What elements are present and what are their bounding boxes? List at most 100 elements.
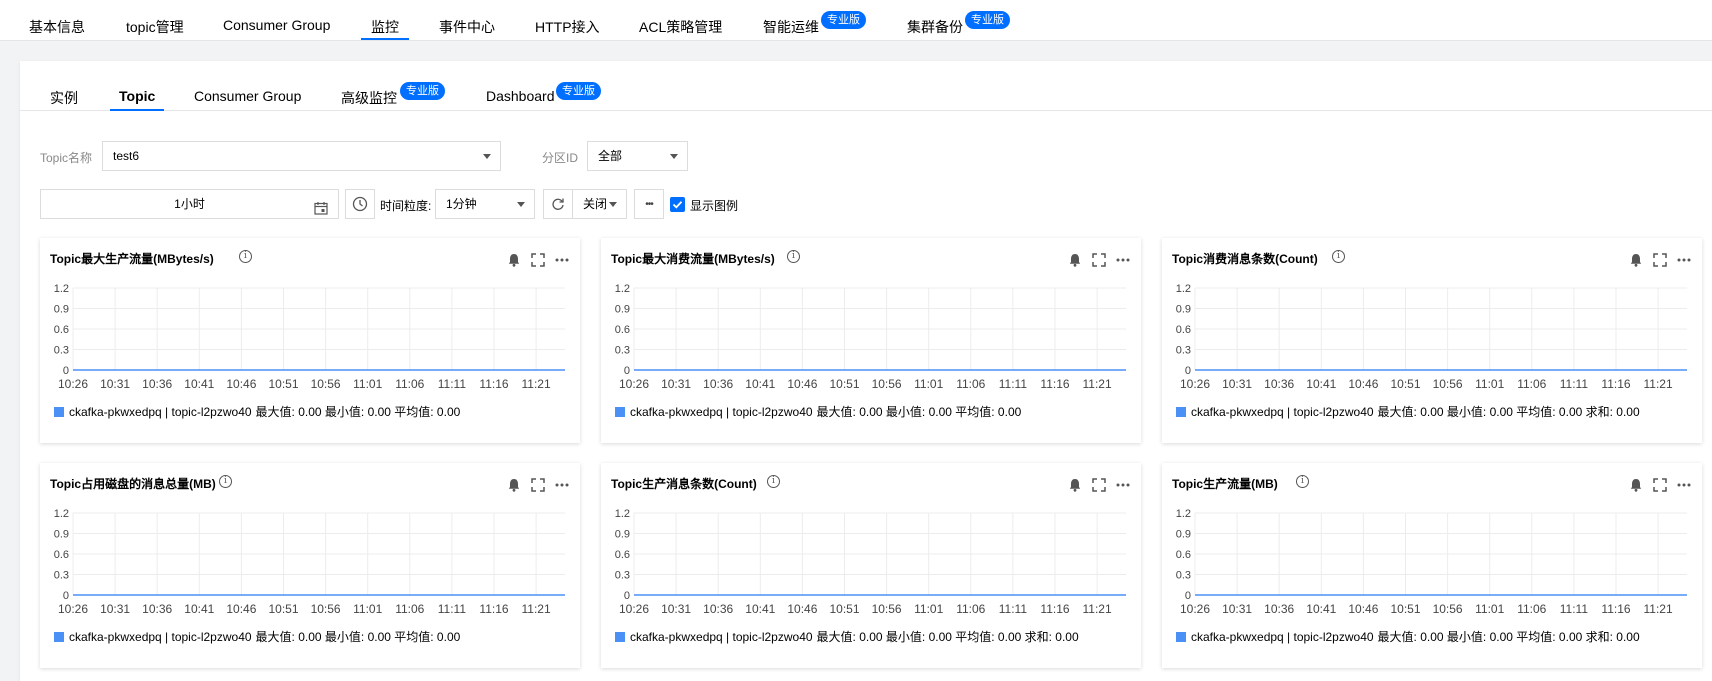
x-tick-label: 11:01 [1475, 377, 1504, 391]
fullscreen-icon[interactable] [1091, 477, 1107, 493]
x-tick-label: 10:56 [872, 377, 902, 391]
info-icon[interactable]: i [239, 250, 252, 263]
nav-tab-http-access[interactable]: HTTP接入 [535, 17, 600, 37]
x-tick-label: 11:11 [999, 377, 1028, 391]
checkmark-icon [672, 201, 683, 209]
line-chart: 1.2 0.9 0.6 0.3 010:26 10:31 10:36 10:41 10:46 10… [1176, 508, 1687, 616]
auto-refresh-select[interactable]: 关闭 [572, 189, 627, 219]
chart-legend[interactable]: ckafka-pkwxedpq | topic-l2pzwo40 最大值: 0.0… [1176, 403, 1640, 420]
x-tick-label: 11:01 [353, 602, 382, 616]
y-tick-label: 0.9 [54, 304, 69, 316]
nav-tab-cluster-backup[interactable]: 集群备份 [907, 17, 963, 37]
x-tick-label: 11:11 [1560, 377, 1589, 391]
x-tick-label: 10:31 [1222, 377, 1252, 391]
chart-title: Topic最大消费流量(MBytes/s) [611, 252, 775, 266]
topic-name-select[interactable]: test6 [102, 141, 501, 171]
y-tick-label: 0 [1185, 590, 1191, 602]
refresh-button[interactable] [543, 189, 573, 219]
x-tick-label: 10:31 [100, 602, 130, 616]
fullscreen-icon[interactable] [530, 477, 546, 493]
x-tick-label: 11:11 [438, 602, 467, 616]
x-tick-label: 10:26 [619, 377, 649, 391]
partition-id-select[interactable]: 全部 [587, 141, 688, 171]
more-icon[interactable] [554, 477, 570, 493]
y-tick-label: 0.3 [54, 345, 69, 357]
show-legend-checkbox[interactable] [670, 197, 685, 212]
chart-legend[interactable]: ckafka-pkwxedpq | topic-l2pzwo40 最大值: 0.0… [54, 628, 460, 645]
time-range-picker[interactable]: 1小时 [40, 189, 339, 219]
nav-tab-smart-ops[interactable]: 智能运维 [763, 17, 819, 37]
y-tick-label: 0.3 [615, 570, 630, 582]
fullscreen-icon[interactable] [1652, 252, 1668, 268]
x-tick-label: 11:06 [1517, 602, 1546, 616]
top-nav: 基本信息 topic管理 Consumer Group 监控 事件中心 HTTP… [0, 0, 1712, 41]
y-tick-label: 1.2 [1176, 508, 1191, 520]
legend-swatch [54, 631, 64, 642]
subtab-topic[interactable]: Topic [119, 88, 155, 104]
chart-legend[interactable]: ckafka-pkwxedpq | topic-l2pzwo40 最大值: 0.0… [1176, 628, 1640, 645]
y-tick-label: 1.2 [615, 508, 630, 520]
info-icon[interactable]: i [1296, 475, 1309, 488]
chart-card: Topic最大消费流量(MBytes/s) i 1.2 0.9 0.6 0.3 0 10:26… [601, 238, 1141, 443]
subtab-dashboard[interactable]: Dashboard [486, 88, 555, 104]
info-icon[interactable]: i [767, 475, 780, 488]
x-tick-label: 10:36 [1264, 377, 1294, 391]
x-tick-label: 11:01 [1475, 602, 1504, 616]
nav-tab-monitoring[interactable]: 监控 [371, 17, 399, 37]
x-tick-label: 11:11 [438, 377, 467, 391]
x-tick-label: 11:16 [479, 377, 508, 391]
info-icon[interactable]: i [219, 475, 232, 488]
subtab-instance[interactable]: 实例 [50, 88, 78, 108]
granularity-select[interactable]: 1分钟 [435, 189, 535, 219]
bell-icon[interactable] [506, 252, 522, 268]
y-tick-label: 0.3 [615, 345, 630, 357]
clock-button[interactable] [345, 189, 375, 219]
x-tick-label: 10:46 [1348, 377, 1378, 391]
fullscreen-icon[interactable] [1091, 252, 1107, 268]
chart-tools [1628, 477, 1692, 493]
more-icon[interactable] [1676, 477, 1692, 493]
more-icon[interactable] [1115, 477, 1131, 493]
info-icon[interactable]: i [1332, 250, 1345, 263]
x-tick-label: 10:46 [787, 377, 817, 391]
subtab-consumer-group[interactable]: Consumer Group [194, 88, 301, 104]
nav-tab-basic-info[interactable]: 基本信息 [29, 17, 85, 37]
chart-legend[interactable]: ckafka-pkwxedpq | topic-l2pzwo40 最大值: 0.0… [615, 403, 1021, 420]
more-icon[interactable] [1115, 252, 1131, 268]
x-tick-label: 10:41 [184, 602, 214, 616]
more-options-button[interactable]: ••• [634, 189, 664, 219]
y-tick-label: 0 [63, 365, 69, 377]
bell-icon[interactable] [1067, 252, 1083, 268]
bell-icon[interactable] [506, 477, 522, 493]
x-tick-label: 11:01 [353, 377, 382, 391]
bell-icon[interactable] [1628, 477, 1644, 493]
nav-tab-topic-management[interactable]: topic管理 [126, 17, 184, 37]
y-tick-label: 1.2 [615, 283, 630, 295]
clock-icon [352, 196, 368, 212]
x-tick-label: 10:31 [100, 377, 130, 391]
nav-tab-event-center[interactable]: 事件中心 [439, 17, 495, 37]
x-tick-label: 10:51 [1390, 602, 1420, 616]
x-tick-label: 11:16 [1040, 377, 1069, 391]
y-tick-label: 0.6 [1176, 549, 1191, 561]
legend-swatch [1176, 406, 1186, 417]
chart-card: Topic消费消息条数(Count) i 1.2 0.9 0.6 0.3 0 10:26 10:… [1162, 238, 1702, 443]
bell-icon[interactable] [1628, 252, 1644, 268]
nav-tab-acl-policy[interactable]: ACL策略管理 [639, 17, 722, 37]
x-tick-label: 11:16 [1040, 602, 1069, 616]
fullscreen-icon[interactable] [1652, 477, 1668, 493]
more-icon[interactable] [554, 252, 570, 268]
fullscreen-icon[interactable] [530, 252, 546, 268]
x-tick-label: 10:51 [829, 602, 859, 616]
y-tick-label: 0 [624, 365, 630, 377]
nav-tab-consumer-group[interactable]: Consumer Group [223, 17, 330, 33]
info-icon[interactable]: i [787, 250, 800, 263]
more-icon[interactable] [1676, 252, 1692, 268]
time-range-value: 1小时 [174, 197, 205, 211]
chart-legend[interactable]: ckafka-pkwxedpq | topic-l2pzwo40 最大值: 0.0… [615, 628, 1079, 645]
bell-icon[interactable] [1067, 477, 1083, 493]
legend-series-name: ckafka-pkwxedpq | topic-l2pzwo40 [69, 404, 252, 419]
chart-legend[interactable]: ckafka-pkwxedpq | topic-l2pzwo40 最大值: 0.0… [54, 403, 460, 420]
x-tick-label: 11:21 [522, 602, 551, 616]
subtab-advanced-monitoring[interactable]: 高级监控 [341, 88, 397, 108]
